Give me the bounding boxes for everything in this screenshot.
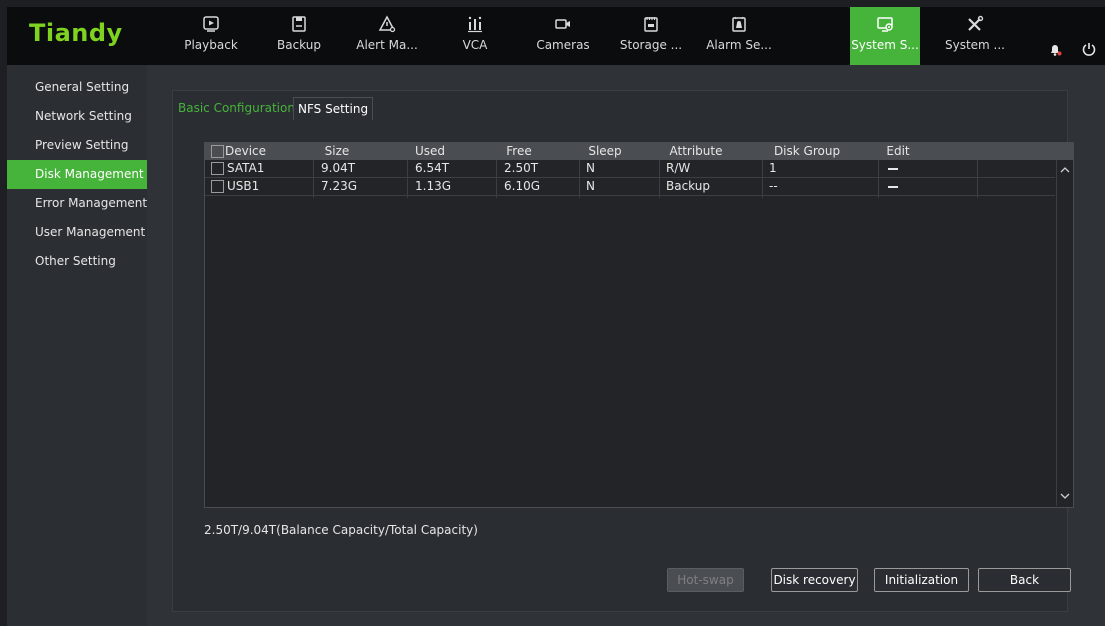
column-divider bbox=[878, 160, 879, 198]
cell-used: 1.13G bbox=[415, 179, 452, 193]
cell-sleep: N bbox=[586, 179, 595, 193]
disk-table: Device Size Used Free Sleep Attribute Di… bbox=[204, 142, 1074, 508]
cell-device: USB1 bbox=[227, 179, 260, 193]
cell-size: 9.04T bbox=[321, 161, 356, 175]
nav-alarm-settings[interactable]: Alarm Se... bbox=[703, 7, 775, 65]
bell-icon[interactable] bbox=[1047, 41, 1063, 57]
col-device[interactable]: Device bbox=[225, 143, 285, 160]
col-disk-group[interactable]: Disk Group bbox=[767, 143, 847, 160]
sidebar-item-user-management[interactable]: User Management bbox=[7, 218, 147, 247]
disk-recovery-button[interactable]: Disk recovery bbox=[771, 568, 858, 592]
nav-label: Storage ... bbox=[619, 38, 683, 52]
column-divider bbox=[313, 160, 314, 198]
capacity-summary: 2.50T/9.04T(Balance Capacity/Total Capac… bbox=[204, 523, 478, 537]
col-free[interactable]: Free bbox=[499, 143, 539, 160]
cell-device: SATA1 bbox=[227, 161, 265, 175]
nav-label: Alert Ma... bbox=[356, 38, 418, 52]
nav-playback[interactable]: Playback bbox=[175, 7, 247, 65]
power-icon[interactable] bbox=[1081, 41, 1097, 57]
nav-system-tools[interactable]: System ... bbox=[939, 7, 1011, 65]
sidebar-item-other-setting[interactable]: Other Setting bbox=[7, 247, 147, 276]
sidebar-item-error-management[interactable]: Error Management bbox=[7, 189, 147, 218]
nav-vca[interactable]: VCA bbox=[439, 7, 511, 65]
backup-icon bbox=[292, 16, 306, 32]
column-divider bbox=[762, 160, 763, 198]
cell-attribute: Backup bbox=[666, 179, 710, 193]
row-checkbox[interactable] bbox=[211, 180, 224, 193]
back-button[interactable]: Back bbox=[978, 568, 1071, 592]
initialization-button[interactable]: Initialization bbox=[874, 568, 969, 592]
nav-label: System S... bbox=[851, 38, 919, 52]
nav-system-settings[interactable]: System S... bbox=[850, 7, 920, 65]
column-divider bbox=[659, 160, 660, 198]
cell-free: 2.50T bbox=[504, 161, 539, 175]
sidebar-item-disk-management[interactable]: Disk Management bbox=[7, 160, 147, 189]
tab-basic-configuration[interactable]: Basic Configuration bbox=[174, 97, 299, 119]
nav-storage[interactable]: Storage ... bbox=[615, 7, 687, 65]
col-edit[interactable]: Edit bbox=[883, 143, 913, 160]
edit-icon[interactable] bbox=[888, 168, 898, 170]
system-tools-icon bbox=[968, 15, 984, 31]
cell-attribute: R/W bbox=[666, 161, 691, 175]
nav-label: Alarm Se... bbox=[706, 38, 772, 52]
table-row[interactable]: USB1 7.23G 1.13G 6.10G N Backup -- bbox=[205, 178, 1055, 196]
col-attribute[interactable]: Attribute bbox=[661, 143, 731, 160]
tiandy-logo: Tiandy bbox=[29, 19, 123, 47]
system-settings-icon bbox=[877, 17, 893, 32]
table-row[interactable]: SATA1 9.04T 6.54T 2.50T N R/W 1 bbox=[205, 160, 1055, 178]
tab-nfs-setting[interactable]: NFS Setting bbox=[293, 97, 374, 120]
nav-backup[interactable]: Backup bbox=[263, 7, 335, 65]
cell-free: 6.10G bbox=[504, 179, 541, 193]
nav-label: Backup bbox=[277, 38, 321, 52]
col-sleep[interactable]: Sleep bbox=[585, 143, 625, 160]
col-size[interactable]: Size bbox=[317, 143, 357, 160]
sidebar-item-preview-setting[interactable]: Preview Setting bbox=[7, 131, 147, 160]
nav-label: Cameras bbox=[536, 38, 590, 52]
alarm-icon bbox=[732, 16, 746, 32]
column-divider bbox=[496, 160, 497, 198]
sidebar-item-network-setting[interactable]: Network Setting bbox=[7, 102, 147, 131]
nav-label: VCA bbox=[462, 38, 488, 52]
camera-icon bbox=[555, 19, 570, 29]
column-divider bbox=[579, 160, 580, 198]
nav-label: Playback bbox=[184, 38, 238, 52]
main-content: Basic Configuration NFS Setting Device S… bbox=[147, 65, 1105, 626]
settings-sidebar: General Setting Network Setting Preview … bbox=[7, 65, 147, 626]
cell-disk-group: 1 bbox=[769, 161, 777, 175]
column-divider bbox=[977, 160, 978, 198]
edit-icon[interactable] bbox=[888, 186, 898, 188]
vca-icon bbox=[468, 16, 482, 33]
storage-icon bbox=[644, 17, 658, 32]
app-window: Tiandy Playback Backup Alert Ma... VCA C… bbox=[7, 7, 1105, 626]
table-scrollbar[interactable] bbox=[1056, 160, 1073, 506]
nav-alert-management[interactable]: Alert Ma... bbox=[351, 7, 423, 65]
chevron-up-icon[interactable] bbox=[1057, 162, 1073, 178]
cell-disk-group: -- bbox=[769, 179, 778, 193]
nav-cameras[interactable]: Cameras bbox=[527, 7, 599, 65]
playback-icon bbox=[203, 16, 219, 32]
nav-label: System ... bbox=[944, 38, 1005, 52]
top-navigation-bar: Tiandy Playback Backup Alert Ma... VCA C… bbox=[7, 7, 1105, 65]
cell-sleep: N bbox=[586, 161, 595, 175]
hotswap-button[interactable]: Hot-swap bbox=[667, 568, 744, 592]
cell-used: 6.54T bbox=[415, 161, 450, 175]
alert-icon bbox=[378, 15, 396, 33]
cell-size: 7.23G bbox=[321, 179, 358, 193]
table-header: Device Size Used Free Sleep Attribute Di… bbox=[205, 143, 1073, 160]
sidebar-item-general-setting[interactable]: General Setting bbox=[7, 73, 147, 102]
row-checkbox[interactable] bbox=[211, 162, 224, 175]
chevron-down-icon[interactable] bbox=[1057, 488, 1073, 504]
col-used[interactable]: Used bbox=[410, 143, 450, 160]
select-all-checkbox[interactable] bbox=[211, 145, 224, 158]
column-divider bbox=[407, 160, 408, 198]
